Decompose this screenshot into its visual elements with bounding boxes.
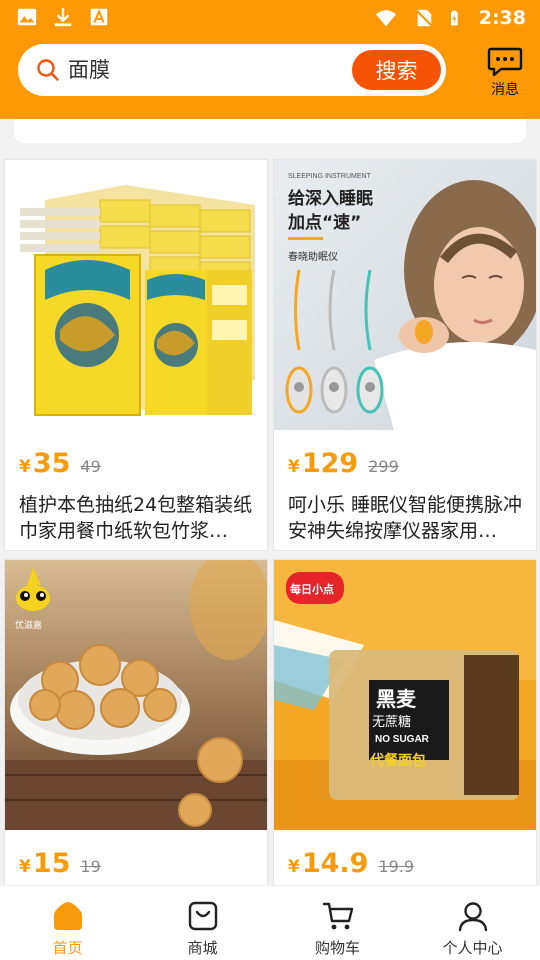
wifi-icon: [375, 10, 396, 27]
image-headline: 加点“速”: [287, 212, 361, 233]
image-subtitle: 春晓助眠仪: [288, 250, 338, 263]
price-row: ¥ 14.9 19.9: [288, 848, 414, 879]
product-title: 呵小乐 睡眠仪智能便携脉冲安神失绵按摩仪器家用…: [288, 494, 523, 542]
original-price: 299: [368, 457, 399, 476]
product-card[interactable]: ¥ 35 49 植护本色抽纸24包整箱装纸巾家用餐巾纸软包竹浆…: [4, 159, 268, 551]
cart-icon: [322, 902, 353, 930]
package-text: NO SUGAR: [375, 734, 430, 745]
home-icon: [53, 902, 82, 930]
status-time: 2:38: [478, 7, 526, 29]
product-price: 129: [301, 448, 359, 479]
currency-symbol: ¥: [288, 857, 300, 877]
nav-label: 个人中心: [442, 939, 503, 957]
price-row: ¥ 129 299: [288, 448, 399, 479]
currency-symbol: ¥: [19, 457, 31, 477]
original-price: 19.9: [378, 857, 415, 876]
nav-item-profile[interactable]: 个人中心: [405, 886, 540, 960]
nav-label: 购物车: [314, 939, 360, 957]
status-bar: 2:38: [0, 0, 540, 36]
nav-item-cart[interactable]: 购物车: [270, 886, 405, 960]
image-icon: [17, 8, 37, 26]
product-price: 14.9: [301, 848, 369, 879]
nav-label: 商城: [187, 939, 218, 957]
image-caption: SLEEPING INSTRUMENT: [288, 173, 372, 180]
person-icon: [458, 902, 487, 932]
image-headline: 给深入睡眠: [288, 188, 373, 209]
price-row: ¥ 15 19: [19, 848, 101, 879]
product-card[interactable]: SLEEPING INSTRUMENT 给深入睡眠 加点“速” 春晓助眠仪 ¥ …: [273, 159, 537, 551]
message-button[interactable]: 消息: [480, 46, 530, 98]
search-value: 面膜: [68, 58, 110, 82]
message-icon: [487, 47, 523, 77]
currency-symbol: ¥: [288, 457, 300, 477]
battery-charging-icon: [450, 10, 458, 26]
product-image: 优滋嘉: [5, 560, 267, 830]
product-image: SLEEPING INSTRUMENT 给深入睡眠 加点“速” 春晓助眠仪: [274, 160, 536, 430]
no-sim-icon: [414, 8, 433, 28]
product-price: 15: [32, 848, 71, 879]
download-icon: [54, 7, 72, 27]
shopping-bag-icon: [188, 901, 217, 931]
app-header: 2:38 面膜 搜索 消息: [0, 0, 540, 119]
product-title: 植护本色抽纸24包整箱装纸巾家用餐巾纸软包竹浆…: [19, 494, 253, 542]
a-icon: [90, 8, 108, 26]
currency-symbol: ¥: [19, 857, 31, 877]
bottom-nav: 首页 商城 购物车 个人中心: [0, 885, 540, 960]
brand-logo-text: 每日小点: [290, 582, 334, 596]
search-button[interactable]: 搜索: [352, 50, 441, 90]
nav-label: 首页: [52, 939, 83, 957]
original-price: 49: [80, 457, 101, 476]
package-text: 代餐面包: [369, 752, 426, 769]
brand-logo-text: 优滋嘉: [15, 619, 42, 631]
product-price: 35: [32, 448, 71, 479]
product-image: 黑麦 无蔗糖 NO SUGAR 代餐面包 每日小点: [274, 560, 536, 830]
search-icon: [37, 59, 59, 81]
price-row: ¥ 35 49: [19, 448, 101, 479]
package-text: 无蔗糖: [372, 714, 411, 730]
original-price: 19: [80, 857, 101, 876]
nav-item-home[interactable]: 首页: [0, 886, 135, 960]
banner-placeholder: [14, 119, 526, 143]
package-text: 黑麦: [376, 687, 417, 711]
message-label: 消息: [491, 82, 519, 98]
product-image: [5, 160, 267, 430]
nav-item-mall[interactable]: 商城: [135, 886, 270, 960]
